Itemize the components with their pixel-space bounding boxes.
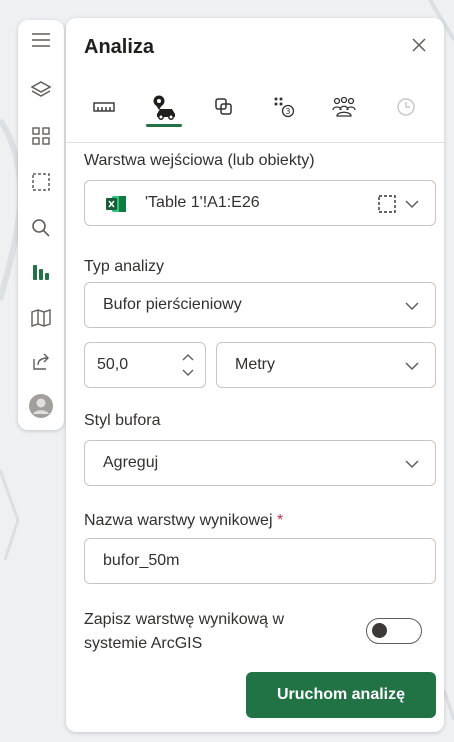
buffer-style-label: Styl bufora <box>84 412 161 429</box>
excel-table-icon <box>106 196 126 212</box>
distance-stepper[interactable]: 50,0 <box>84 342 206 388</box>
input-layer-label: Warstwa wejściowa (lub obiekty) <box>84 152 315 169</box>
menu-icon[interactable] <box>18 22 64 58</box>
qr-grid-icon[interactable] <box>18 118 64 154</box>
distance-unit-value: Metry <box>235 356 275 373</box>
share-icon[interactable] <box>18 344 64 380</box>
stepper-arrows-icon[interactable] <box>181 351 195 379</box>
distance-value: 50,0 <box>97 356 129 373</box>
people-group-icon[interactable] <box>324 88 364 126</box>
layers-icon[interactable] <box>18 72 64 108</box>
clock-icon <box>386 88 426 126</box>
save-label-line2: systemie ArcGIS <box>84 635 203 652</box>
buffer-style-select[interactable]: Agreguj <box>84 440 436 486</box>
run-analysis-button[interactable]: Uruchom analizę <box>246 672 436 718</box>
input-layer-select[interactable]: 'Table 1'!A1:E26 <box>84 180 436 226</box>
output-name-label: Nazwa warstwy wynikowej * <box>84 512 283 530</box>
chevron-down-icon <box>405 302 419 311</box>
route-car-icon[interactable] <box>144 88 184 127</box>
user-avatar-icon[interactable] <box>18 388 64 424</box>
analysis-tabs: 3 <box>84 88 434 128</box>
output-name-label-text: Nazwa warstwy wynikowej <box>84 512 273 529</box>
close-icon[interactable] <box>408 34 430 56</box>
chevron-down-icon <box>405 362 419 371</box>
toggle-knob <box>372 623 387 638</box>
analysis-panel: Analiza 3 Warstwa wejściowa (lub obiekty… <box>66 18 444 732</box>
save-label-line1: Zapisz warstwę wynikową w <box>84 611 285 628</box>
distance-unit-select[interactable]: Metry <box>216 342 436 388</box>
select-area-icon[interactable] <box>18 164 64 200</box>
overlay-shapes-icon[interactable] <box>204 88 244 126</box>
analysis-type-select[interactable]: Bufor pierścieniowy <box>84 282 436 328</box>
required-mark: * <box>276 512 284 529</box>
output-name-value: bufor_50m <box>103 552 180 569</box>
panel-title: Analiza <box>84 36 155 58</box>
select-area-icon[interactable] <box>377 194 397 214</box>
analysis-type-value: Bufor pierścieniowy <box>103 296 242 313</box>
search-icon[interactable] <box>18 210 64 246</box>
buffer-style-value: Agreguj <box>103 454 159 471</box>
output-name-input[interactable]: bufor_50m <box>84 538 436 584</box>
chevron-down-icon[interactable] <box>403 195 421 213</box>
tool-rail <box>18 20 64 430</box>
chevron-down-icon <box>405 460 419 469</box>
save-to-arcgis-toggle[interactable] <box>366 618 422 644</box>
chart-bars-icon[interactable] <box>18 254 64 290</box>
tabs-divider <box>66 142 444 143</box>
analysis-type-label: Typ analizy <box>84 258 165 275</box>
save-to-arcgis-label: Zapisz warstwę wynikową w systemie ArcGI… <box>84 608 284 656</box>
map-icon[interactable] <box>18 300 64 336</box>
points-count-icon[interactable]: 3 <box>264 88 304 126</box>
input-layer-value: 'Table 1'!A1:E26 <box>145 194 260 211</box>
svg-text:3: 3 <box>285 107 290 116</box>
ruler-icon[interactable] <box>84 88 124 126</box>
